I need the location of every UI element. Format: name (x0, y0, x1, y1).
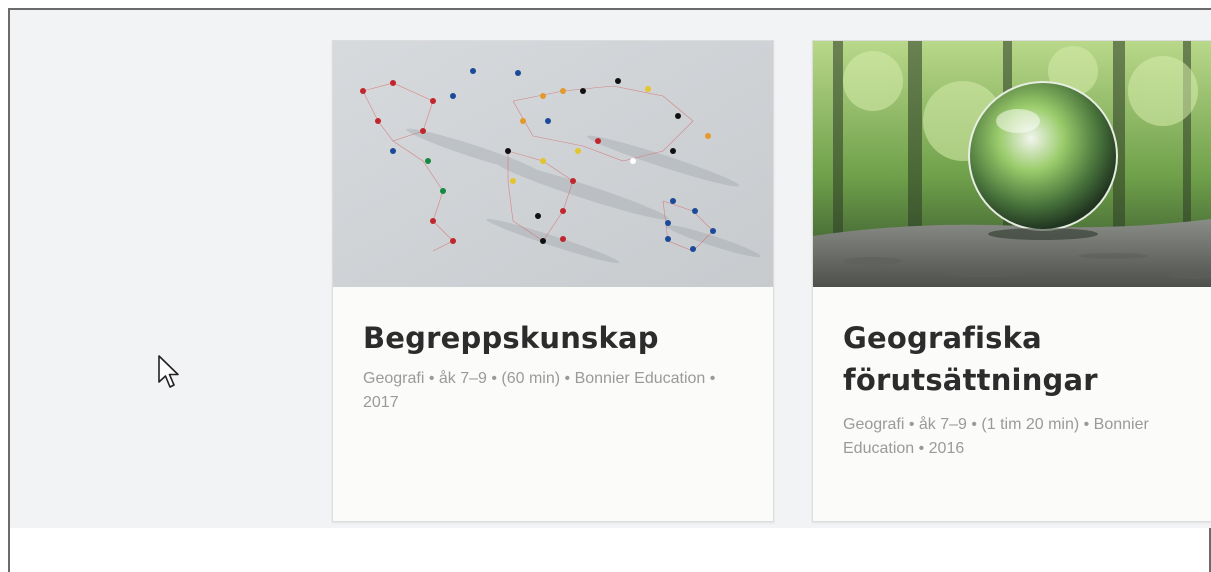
course-card-begreppskunskap[interactable]: Begreppskunskap Geografi • åk 7–9 • (60 … (332, 40, 774, 522)
card-title[interactable]: Geografiska förutsättningar (843, 317, 1203, 401)
card-body: Geografiska förutsättningar Geografi • å… (843, 317, 1203, 461)
glass-globe-forest-image (813, 41, 1211, 287)
card-body: Begreppskunskap Geografi • åk 7–9 • (60 … (363, 317, 743, 415)
course-card-geografiska-forutsattningar[interactable]: Geografiska förutsättningar Geografi • å… (812, 40, 1211, 522)
card-title[interactable]: Begreppskunskap (363, 317, 743, 359)
mouse-pointer-icon (157, 354, 183, 390)
content-area: Begreppskunskap Geografi • åk 7–9 • (60 … (10, 10, 1211, 528)
card-meta: Geografi • åk 7–9 • (60 min) • Bonnier E… (363, 370, 716, 411)
card-meta: Geografi • åk 7–9 • (1 tim 20 min) • Bon… (843, 416, 1149, 457)
world-map-pins-image (333, 41, 773, 287)
